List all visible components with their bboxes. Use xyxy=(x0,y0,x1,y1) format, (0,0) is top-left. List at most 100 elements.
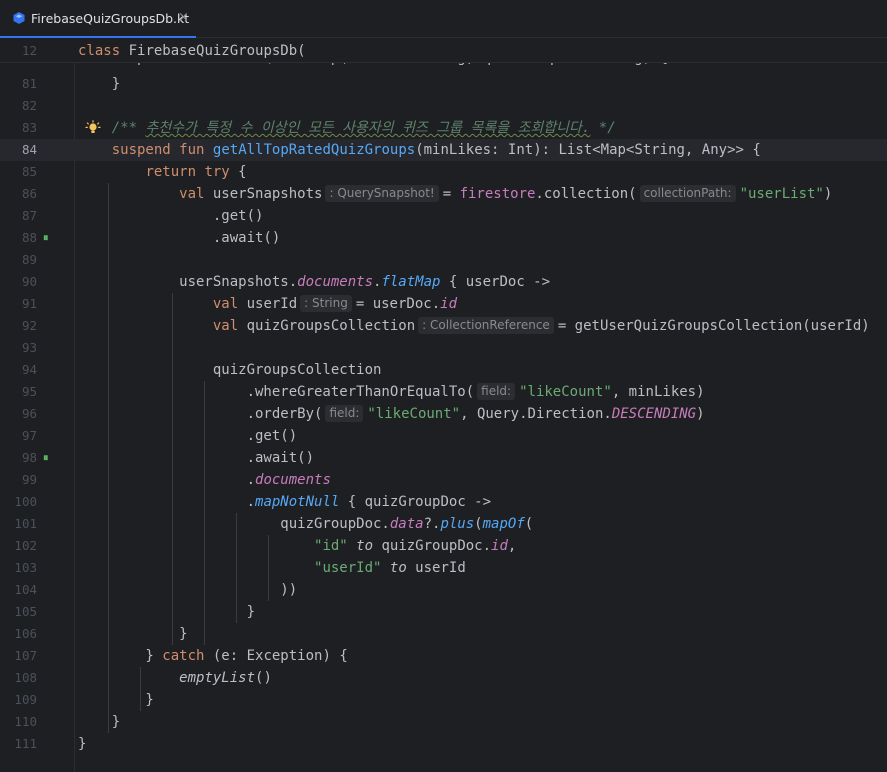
code-line[interactable]: 103 "userId" to userId xyxy=(0,557,887,579)
inlay-hint: field: xyxy=(325,405,364,422)
extension-function: mapNotNull xyxy=(255,494,340,510)
code-line[interactable]: 92 val quizGroupsCollection: CollectionR… xyxy=(0,315,887,337)
sticky-scroll-header[interactable]: 12 class FirebaseQuizGroupsDb( xyxy=(0,38,887,63)
code-text: .orderBy(field: "likeCount", Query.Direct… xyxy=(78,405,705,422)
line-number: 111 xyxy=(14,736,37,751)
close-tab-icon[interactable]: × xyxy=(178,10,189,25)
code-line[interactable]: 94 quizGroupsCollection xyxy=(0,359,887,381)
extension-function: plus xyxy=(440,516,475,532)
line-number: 89 xyxy=(21,252,37,267)
line-number: 85 xyxy=(21,164,37,179)
keyword: val xyxy=(212,296,239,312)
code-line[interactable]: 87 .get() xyxy=(0,205,887,227)
code-line[interactable]: 111} xyxy=(0,733,887,755)
code-line[interactable]: 95 .whereGreaterThanOrEqualTo(field: "lik… xyxy=(0,381,887,403)
code-line[interactable]: 98 ⏸ .await() xyxy=(0,447,887,469)
inlay-hint: : CollectionReference xyxy=(418,317,554,334)
spelling-warning: 추천수가 특정 수 이상인 모든 사용자의 퀴즈 그룹 목록을 조회합니다. xyxy=(145,120,591,136)
code-text: } xyxy=(78,604,256,620)
sticky-code-text: class FirebaseQuizGroupsDb( xyxy=(78,38,306,62)
code-text: } xyxy=(78,714,121,730)
code-line[interactable]: 97 .get() xyxy=(0,425,887,447)
class-name: FirebaseQuizGroupsDb( xyxy=(128,43,306,59)
line-number: 87 xyxy=(21,208,37,223)
file-tab[interactable]: FirebaseQuizGroupsDb.kt × xyxy=(0,0,196,38)
line-number: 84 xyxy=(21,142,37,157)
code-line[interactable]: 85 return try { xyxy=(0,161,887,183)
code-text: "userId" to userId xyxy=(314,560,466,576)
line-number: 108 xyxy=(14,670,37,685)
code-line[interactable]: 105 } xyxy=(0,601,887,623)
code-text: val userSnapshots: QuerySnapshot! = fires… xyxy=(179,185,833,202)
code-line[interactable]: 91 val userId: String = userDoc.id xyxy=(0,293,887,315)
line-number: 101 xyxy=(14,516,37,531)
code-line[interactable]: 107 } catch (e: Exception) { xyxy=(0,645,887,667)
code-text: val userId: String = userDoc.id xyxy=(212,295,457,312)
line-number: 94 xyxy=(21,362,37,377)
code-text: .mapNotNull { quizGroupDoc -> xyxy=(78,494,492,510)
string-literal: "likeCount" xyxy=(367,406,461,422)
line-number: 86 xyxy=(21,186,37,201)
code-line[interactable]: 104 )) xyxy=(0,579,887,601)
function-declaration: getAllTopRatedQuizGroups xyxy=(212,142,416,158)
code-line[interactable]: 86 val userSnapshots: QuerySnapshot! = fi… xyxy=(0,183,887,205)
code-line[interactable]: 109 } xyxy=(0,689,887,711)
code-line[interactable]: 82 xyxy=(0,95,887,117)
line-number: 92 xyxy=(21,318,37,333)
inlay-hint: field: xyxy=(477,383,516,400)
kotlin-file-icon xyxy=(13,12,25,24)
line-number: 110 xyxy=(14,714,37,729)
line-number: 95 xyxy=(21,384,37,399)
code-line[interactable]: 108 emptyList() xyxy=(0,667,887,689)
code-line[interactable]: 93 xyxy=(0,337,887,359)
extension-function: mapOf xyxy=(482,516,525,532)
code-line[interactable]: 106 } xyxy=(0,623,887,645)
line-number: 98 xyxy=(21,450,37,465)
property: id xyxy=(491,538,508,554)
code-text: suspend fun getAllTopRatedQuizGroups(min… xyxy=(111,142,761,158)
line-number: 107 xyxy=(14,648,37,663)
line-number: 103 xyxy=(14,560,37,575)
code-text: } catch (e: Exception) { xyxy=(78,648,348,664)
inlay-hint: : String xyxy=(300,295,352,312)
code-text: } xyxy=(78,76,121,92)
keyword: val xyxy=(179,186,205,202)
code-line[interactable]: 100 .mapNotNull { quizGroupDoc -> xyxy=(0,491,887,513)
extension-function: flatMap xyxy=(381,274,441,290)
suspend-call-icon[interactable]: ⏸ xyxy=(43,232,49,243)
string-literal: "id" xyxy=(314,538,348,554)
code-line[interactable]: 83 /** 추천수가 특정 수 이상인 모든 사용자의 퀴즈 그룹 목록을 조… xyxy=(0,117,887,139)
code-line[interactable]: 110 } xyxy=(0,711,887,733)
line-number: 99 xyxy=(21,472,37,487)
code-text: val quizGroupsCollection: CollectionRefe… xyxy=(212,317,870,334)
property: data xyxy=(389,516,424,532)
line-number: 96 xyxy=(21,406,37,421)
code-line[interactable]: 81 } xyxy=(0,73,887,95)
line-number: 83 xyxy=(21,120,37,135)
keyword: fun xyxy=(179,142,205,158)
code-line[interactable]: 99 .documents xyxy=(0,469,887,491)
code-line[interactable]: 102 "id" to quizGroupDoc.id, xyxy=(0,535,887,557)
code-line[interactable]: 88 ⏸ .await() xyxy=(0,227,887,249)
line-number: 109 xyxy=(14,692,37,707)
string-literal: "likeCount" xyxy=(519,384,612,400)
code-line[interactable]: 89 xyxy=(0,249,887,271)
code-line[interactable]: 101 quizGroupDoc.data?.plus(mapOf( xyxy=(0,513,887,535)
code-line[interactable]: 90 userSnapshots.documents.flatMap { use… xyxy=(0,271,887,293)
suspend-call-icon[interactable]: ⏸ xyxy=(43,452,49,463)
code-line[interactable]: 96 .orderBy(field: "likeCount", Query.Dir… xyxy=(0,403,887,425)
infix-function: emptyList xyxy=(179,670,256,686)
line-number: 102 xyxy=(14,538,37,553)
line-number: 100 xyxy=(14,494,37,509)
code-editor[interactable]: 78 suspend fun deleteQuizGroup(userId: S… xyxy=(0,38,887,772)
code-text: } xyxy=(78,736,87,752)
code-text: } xyxy=(78,692,154,708)
property: documents xyxy=(297,274,374,290)
code-line[interactable]: 84 suspend fun getAllTopRatedQuizGroups(… xyxy=(0,139,887,161)
line-number: 97 xyxy=(21,428,37,443)
line-number: 105 xyxy=(14,604,37,619)
string-literal: "userList" xyxy=(739,186,824,202)
code-text: } xyxy=(78,626,188,642)
inlay-hint: : QuerySnapshot! xyxy=(325,185,439,202)
code-text: .await() xyxy=(78,450,315,466)
